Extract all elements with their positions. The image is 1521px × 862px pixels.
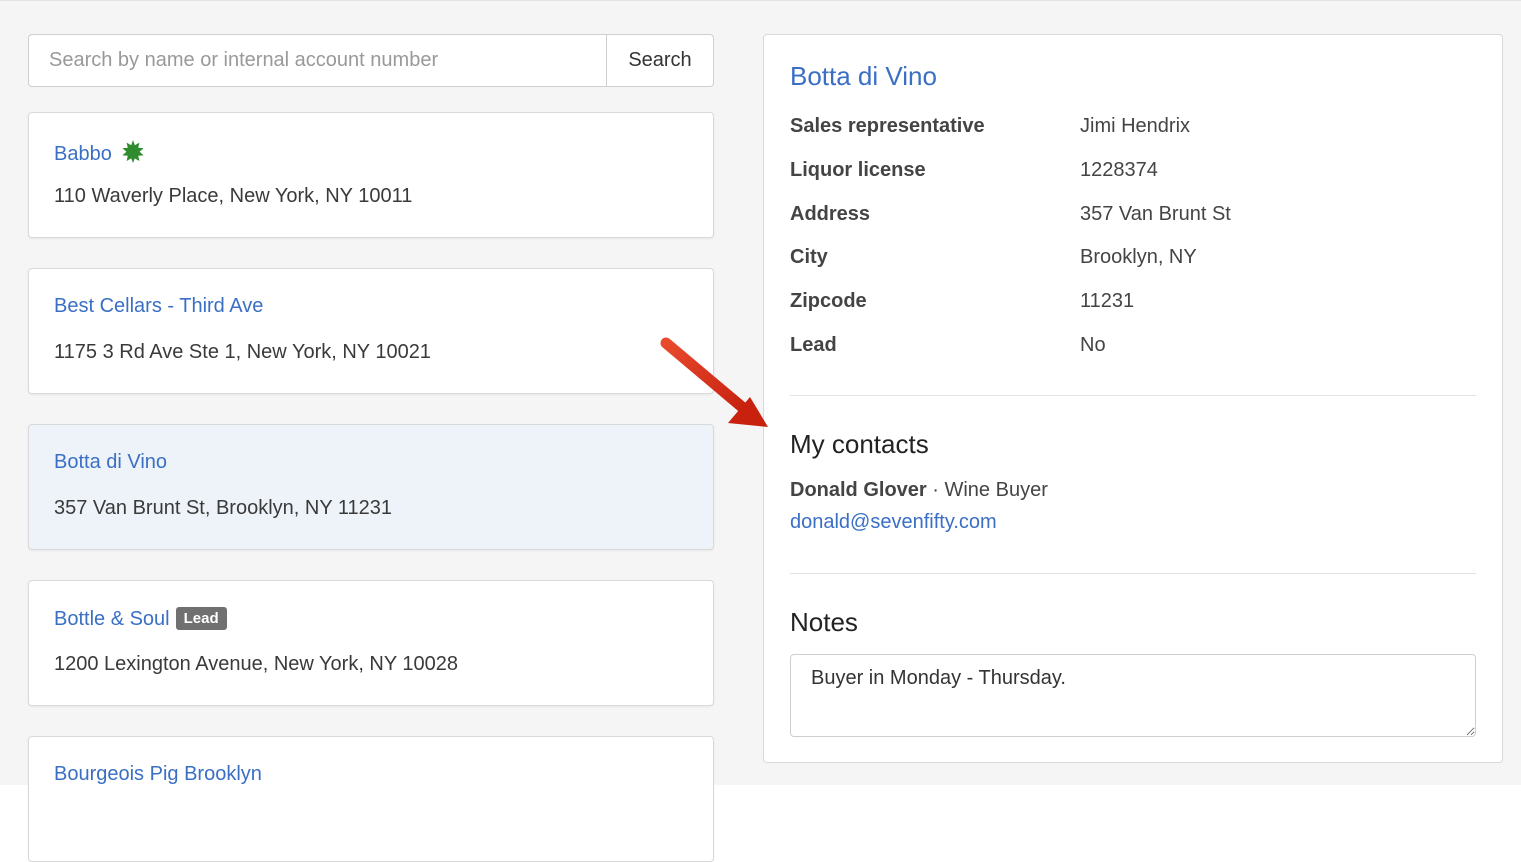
account-address: 1200 Lexington Avenue, New York, NY 1002… — [54, 653, 459, 675]
account-card-best-cellars[interactable]: Best Cellars - Third Ave 1175 3 Rd Ave S… — [28, 268, 714, 394]
account-name-text[interactable]: Babbo — [54, 143, 112, 165]
contact-name: Donald Glover — [790, 479, 927, 501]
contact-line: Donald Glover · Wine Buyer — [790, 479, 1048, 502]
detail-label: Sales representative — [790, 115, 985, 137]
detail-value: 11231 — [1080, 290, 1135, 312]
account-name[interactable]: Best Cellars - Third Ave — [54, 295, 263, 318]
contacts-heading: My contacts — [790, 429, 929, 459]
lead-badge: Lead — [175, 607, 227, 630]
detail-label: Address — [790, 203, 871, 225]
account-address: 110 Waverly Place, New York, NY 10011 — [54, 185, 413, 207]
contact-email-link[interactable]: donald@sevenfifty.com — [790, 511, 997, 534]
contact-separator: · — [926, 479, 945, 501]
detail-label: Zipcode — [790, 290, 867, 312]
detail-value: 1228374 — [1080, 159, 1158, 181]
star-badge-icon — [122, 140, 145, 163]
search-input[interactable] — [28, 34, 606, 87]
divider — [790, 395, 1476, 396]
account-name[interactable]: Babbo — [54, 139, 145, 166]
detail-value: 357 Van Brunt St — [1080, 203, 1231, 225]
detail-label: City — [790, 246, 828, 268]
account-address: 1175 3 Rd Ave Ste 1, New York, NY 10021 — [54, 341, 431, 363]
account-card-babbo[interactable]: Babbo 110 Waverly Place, New York, NY 10… — [28, 112, 714, 238]
detail-label: Lead — [790, 334, 837, 356]
search-button[interactable]: Search — [606, 34, 714, 87]
account-name[interactable]: Botta di Vino — [54, 451, 167, 474]
accounts-column: Search Babbo 110 Waverly Place, New York… — [28, 34, 714, 862]
account-detail-panel: Botta di Vino Sales representative Jimi … — [763, 34, 1503, 763]
account-card-bottle-and-soul[interactable]: Bottle & Soul Lead 1200 Lexington Avenue,… — [28, 580, 714, 706]
account-name-text[interactable]: Bottle & Soul — [54, 608, 170, 630]
account-name[interactable]: Bottle & Soul Lead — [54, 607, 227, 631]
account-card-bourgeois-pig[interactable]: Bourgeois Pig Brooklyn — [28, 736, 714, 862]
divider — [790, 573, 1476, 574]
detail-title[interactable]: Botta di Vino — [790, 61, 937, 92]
search-bar: Search — [28, 34, 714, 87]
contact-role: Wine Buyer — [944, 479, 1048, 501]
detail-value: Jimi Hendrix — [1080, 115, 1191, 137]
account-name[interactable]: Bourgeois Pig Brooklyn — [54, 763, 262, 786]
notes-textarea[interactable]: Buyer in Monday - Thursday. — [790, 654, 1476, 737]
detail-value: No — [1080, 334, 1106, 356]
app-frame: Search Babbo 110 Waverly Place, New York… — [0, 0, 1521, 862]
account-card-botta-di-vino[interactable]: Botta di Vino 357 Van Brunt St, Brooklyn… — [28, 424, 714, 550]
detail-value: Brooklyn, NY — [1080, 246, 1197, 268]
account-address: 357 Van Brunt St, Brooklyn, NY 11231 — [54, 497, 392, 519]
notes-heading: Notes — [790, 607, 858, 637]
detail-label: Liquor license — [790, 159, 926, 181]
